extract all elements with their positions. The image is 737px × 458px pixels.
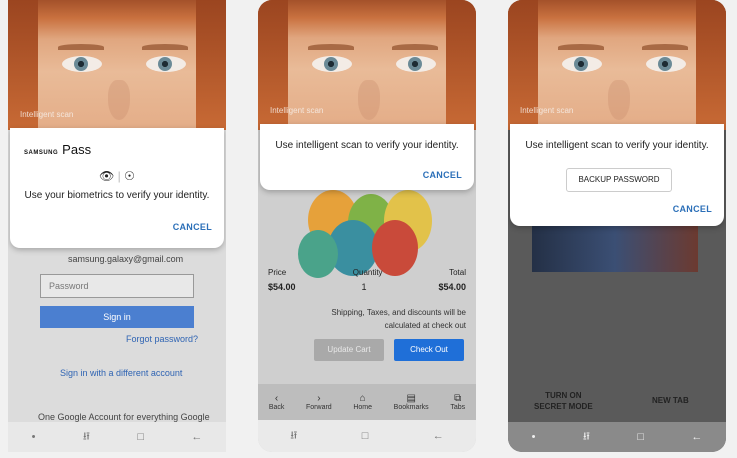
sign-in-button[interactable]: Sign in: [40, 306, 194, 328]
new-tab-button[interactable]: NEW TAB: [652, 396, 689, 405]
samsung-pass-logo: SAMSUNG Pass: [24, 142, 92, 157]
quantity-label: Quantity: [352, 268, 383, 277]
tabs-icon: ⧉: [454, 393, 462, 404]
shipping-note: Shipping, Taxes, and discounts will be c…: [331, 308, 466, 330]
biometric-icons: 👁 | ☉: [99, 169, 135, 183]
quantity-value[interactable]: 1: [361, 282, 366, 292]
intelligent-scan-watermark: Intelligent scan: [520, 106, 574, 115]
intelligent-scan-watermark: Intelligent scan: [270, 106, 324, 115]
home-icon[interactable]: □: [637, 431, 644, 443]
back-icon[interactable]: ←: [691, 431, 702, 443]
dialog-message: Use intelligent scan to verify your iden…: [275, 140, 459, 151]
cancel-button[interactable]: CANCEL: [423, 170, 462, 180]
video-thumbnail[interactable]: [532, 222, 698, 272]
dialog-message: Use your biometrics to verify your ident…: [24, 190, 210, 201]
price-value-row: $54.00 1 $54.00: [268, 282, 466, 292]
total-value: $54.00: [438, 282, 466, 292]
backup-password-button[interactable]: BACKUP PASSWORD: [566, 168, 672, 192]
home-icon[interactable]: □: [137, 431, 144, 443]
account-email: samsung.galaxy@gmail.com: [68, 254, 184, 264]
samsung-pass-dialog: SAMSUNG Pass 👁 | ☉ Use your biometrics t…: [10, 128, 224, 248]
toolbar-back[interactable]: ‹ Back: [269, 393, 285, 411]
different-account-link[interactable]: Sign in with a different account: [60, 368, 182, 378]
dialog-message: Use intelligent scan to verify your iden…: [525, 140, 709, 151]
system-nav-bar: • ⭿ □ ←: [8, 422, 226, 452]
browser-toolbar: ‹ Back › Forward ⌂ Home ▤ Bookmarks ⧉ Tabs: [258, 384, 476, 420]
recents-icon[interactable]: ⭿: [83, 428, 90, 447]
update-cart-button[interactable]: Update Cart: [314, 339, 384, 361]
house-icon: ⌂: [359, 393, 366, 404]
cancel-button[interactable]: CANCEL: [673, 204, 712, 214]
toolbar-tabs[interactable]: ⧉ Tabs: [450, 393, 465, 411]
back-icon[interactable]: ←: [191, 431, 202, 443]
secret-mode-button[interactable]: TURN ON SECRET MODE: [534, 390, 593, 412]
recents-icon[interactable]: ⭿: [290, 427, 297, 446]
fingerprint-icon: ☉: [124, 169, 135, 183]
cancel-button[interactable]: CANCEL: [173, 222, 212, 232]
eye-icon: 👁: [99, 169, 115, 183]
phone-samsung-pass: samsung.galaxy@gmail.com Password Sign i…: [8, 0, 226, 452]
forward-arrow-icon: ›: [317, 393, 321, 404]
recents-icon[interactable]: ⭿: [583, 428, 590, 447]
total-label: Total: [449, 268, 466, 277]
book-icon: ▤: [406, 393, 416, 404]
phone-checkout: Price Quantity Total $54.00 1 $54.00 Shi…: [258, 0, 476, 452]
back-icon[interactable]: ←: [433, 430, 444, 442]
price-header-row: Price Quantity Total: [268, 268, 466, 277]
dot-icon: •: [31, 431, 36, 443]
google-footer-text: One Google Account for everything Google: [38, 412, 210, 422]
system-nav-bar: ⭿ □ ←: [258, 420, 476, 452]
home-icon[interactable]: □: [362, 430, 369, 442]
toolbar-bookmarks[interactable]: ▤ Bookmarks: [394, 393, 429, 411]
phone-secret-mode: TURN ON SECRET MODE NEW TAB Intelligent …: [508, 0, 726, 452]
toolbar-forward[interactable]: › Forward: [306, 393, 332, 411]
check-out-button[interactable]: Check Out: [394, 339, 464, 361]
back-arrow-icon: ‹: [274, 393, 279, 404]
intelligent-scan-watermark: Intelligent scan: [20, 110, 74, 119]
toolbar-home[interactable]: ⌂ Home: [353, 393, 372, 411]
intelligent-scan-dialog: Use intelligent scan to verify your iden…: [260, 124, 474, 190]
intelligent-scan-dialog: Use intelligent scan to verify your iden…: [510, 124, 724, 226]
dot-icon: •: [531, 431, 536, 443]
password-field[interactable]: Password: [40, 274, 194, 298]
forgot-password-link[interactable]: Forgot password?: [126, 334, 198, 344]
price-label: Price: [268, 268, 287, 277]
price-value: $54.00: [268, 282, 296, 292]
system-nav-bar: • ⭿ □ ←: [508, 422, 726, 452]
